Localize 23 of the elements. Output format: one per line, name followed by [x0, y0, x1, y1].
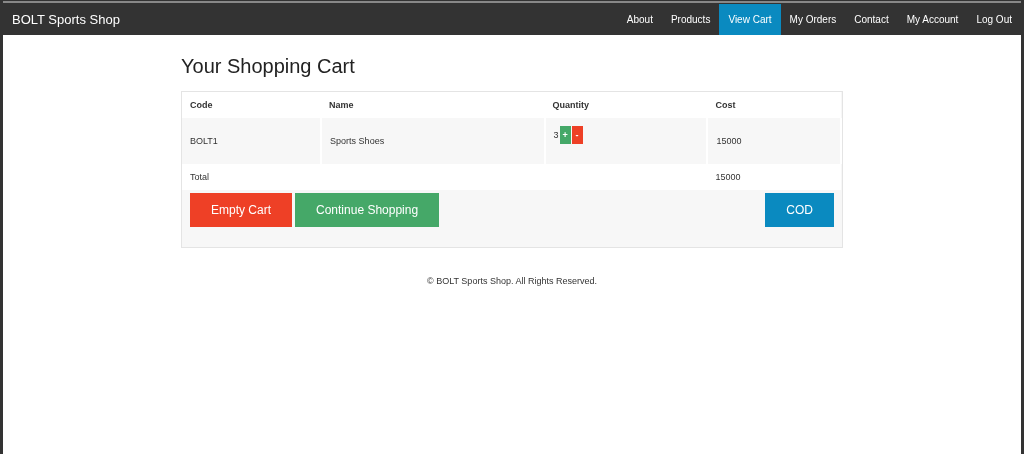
column-header: Cost	[707, 92, 841, 118]
nav-link[interactable]: About	[617, 4, 662, 35]
nav-link[interactable]: Contact	[845, 4, 898, 35]
column-header: Code	[182, 92, 322, 118]
nav-link[interactable]: Log Out	[967, 4, 1021, 35]
table-cell: 15000	[707, 118, 841, 164]
footer-text: © BOLT Sports Shop. All Rights Reserved.	[426, 276, 598, 286]
nav-link[interactable]: Products	[661, 4, 720, 35]
column-header: Quantity	[544, 92, 708, 118]
nav-link[interactable]: My Account	[897, 4, 968, 35]
total-label: Total	[182, 164, 322, 190]
total-value: 15000	[707, 164, 841, 190]
checkout-button[interactable]: COD	[765, 193, 834, 227]
quantity-value: 3	[553, 130, 559, 140]
page-heading: Your Shopping Cart	[181, 55, 356, 78]
nav-link[interactable]: View Cart	[719, 4, 781, 35]
decrease-button[interactable]: -	[571, 126, 583, 144]
column-header: Name	[321, 92, 545, 118]
action-button[interactable]: Empty Cart	[190, 193, 292, 227]
table-cell: Sports Shoes	[321, 118, 545, 164]
nav-link[interactable]: My Orders	[780, 4, 846, 35]
brand-link[interactable]: BOLT Sports Shop	[3, 12, 120, 27]
table-cell: BOLT1	[182, 118, 322, 164]
